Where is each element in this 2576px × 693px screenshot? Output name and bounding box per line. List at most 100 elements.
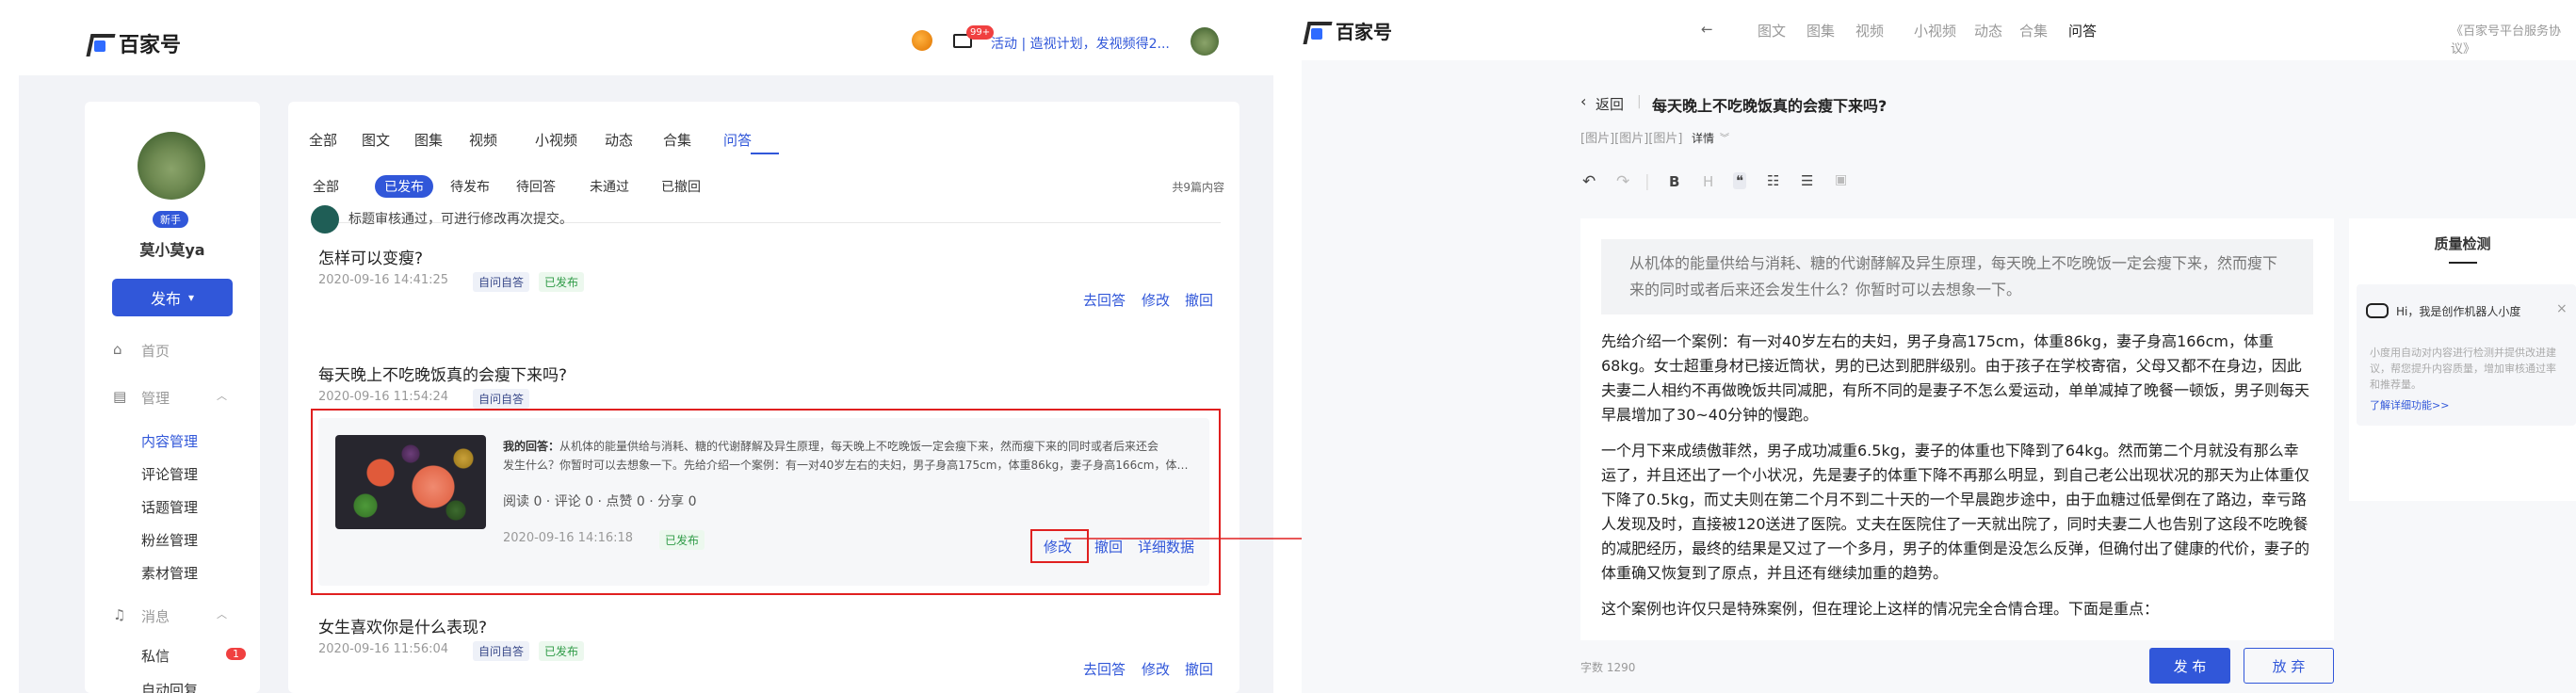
content-list-card: 全部 图文 图集 视频 小视频 动态 合集 问答 全部 已发布 待发布 待回答 未通过 已撤回 共9篇内…	[288, 102, 1239, 693]
tab-7[interactable]: 问答	[723, 130, 752, 150]
chevron-down-icon[interactable]: ︾	[1720, 130, 1729, 144]
tab-6[interactable]: 合集	[663, 130, 691, 150]
total-count: 共9篇内容	[1172, 181, 1224, 194]
editor-tab-5[interactable]: 合集	[2019, 21, 2048, 40]
question-title-3[interactable]: 女生喜欢你是什么表现?	[318, 614, 487, 637]
word-count: 字数 1290	[1580, 661, 1636, 674]
notification-badge: 99+	[966, 25, 995, 40]
menu-manage[interactable]: 管理	[141, 388, 170, 408]
answer-line-1: 从机体的能量供给与消耗、糖的代谢酵解及异生原理，每天晚上不吃晚饭一定会瘦下来，然…	[559, 440, 1159, 453]
menu-home[interactable]: 首页	[141, 341, 170, 361]
heading-icon[interactable]: H	[1703, 173, 1713, 190]
question-title-2[interactable]: 每天晚上不吃晚饭真的会瘦下来吗?	[318, 362, 567, 385]
subtab-2[interactable]: 待发布	[450, 177, 490, 196]
answer-button-1[interactable]: 去回答	[1083, 290, 1126, 310]
brand-logo[interactable]: 百家号	[1304, 17, 1392, 44]
quality-check-panel: 质量检测 Hi，我是创作机器人小度 × 小度用自动对内容进行检测并提供改进建议，…	[2349, 218, 2576, 501]
chevron-up-icon[interactable]: ︿	[217, 606, 227, 621]
back-link[interactable]: 返回	[1596, 94, 1624, 114]
answer-button-3[interactable]: 去回答	[1083, 659, 1126, 679]
edit-button-1[interactable]: 修改	[1142, 290, 1170, 310]
question-date-1: 2020-09-16 14:41:25	[318, 273, 449, 287]
tab-0[interactable]: 全部	[309, 130, 337, 150]
toolbar-separator: |	[1644, 172, 1650, 191]
bold-icon[interactable]: B	[1669, 173, 1679, 190]
editor-tab-0[interactable]: 图文	[1758, 21, 1786, 40]
paragraph-2: 一个月下来成绩傲菲然，男子成功减重6.5kg，妻子的体重也下降到了64kg。然而…	[1601, 442, 2310, 582]
type-tag-2: 自问自答	[473, 389, 530, 409]
editor-tab-6[interactable]: 问答	[2068, 21, 2097, 40]
chevron-left-icon[interactable]: ‹	[1580, 92, 1586, 110]
tab-2[interactable]: 图集	[414, 130, 443, 150]
menu-content[interactable]: 内容管理	[141, 431, 198, 451]
profile-avatar[interactable]	[138, 132, 205, 200]
answer-card[interactable]: 我的回答：从机体的能量供给与消耗、糖的代谢酵解及异生原理，每天晚上不吃晚饭一定会…	[318, 418, 1209, 586]
menu-messages[interactable]: 消息	[141, 606, 170, 626]
subtab-0[interactable]: 全部	[313, 177, 339, 196]
question-title: 每天晚上不吃晚饭真的会瘦下来吗?	[1652, 97, 1887, 115]
undo-icon[interactable]: ↶	[1582, 172, 1596, 191]
editor-tab-3[interactable]: 小视频	[1914, 21, 1956, 40]
detail-toggle[interactable]: 详情	[1692, 130, 1714, 146]
tab-3[interactable]: 视频	[469, 130, 497, 150]
rich-text-editor[interactable]: 从机体的能量供给与消耗、糖的代谢酵解及异生原理，每天晚上不吃晚饭一定会瘦下来，然…	[1580, 218, 2334, 640]
brand-name: 百家号	[1336, 21, 1392, 43]
food-thumbnail-image[interactable]	[335, 435, 486, 529]
editor-tab-1[interactable]: 图集	[1806, 21, 1835, 40]
paragraph-1: 先给介绍一个案例：有一对40岁左右的夫妇，男子身高175cm，体重86kg，妻子…	[1601, 332, 2310, 424]
subtab-3[interactable]: 待回答	[516, 177, 556, 196]
chevron-up-icon[interactable]: ︿	[217, 388, 227, 403]
publish-answer-button[interactable]: 发 布	[2149, 648, 2230, 684]
withdraw-button-1[interactable]: 撤回	[1185, 290, 1213, 310]
tab-5[interactable]: 动态	[605, 130, 633, 150]
editor-top-bar: 百家号 ← 图文 图集 视频 小视频 动态 合集 问答 《百家号平台服务协议》	[1302, 0, 2576, 60]
question-date-3: 2020-09-16 11:56:04	[318, 642, 449, 656]
baijiahao-logo-icon	[1304, 18, 1330, 44]
home-icon: ⌂	[113, 341, 122, 358]
subtab-4[interactable]: 未通过	[590, 177, 629, 196]
bot-icon	[2366, 303, 2389, 318]
subtab-1[interactable]: 已发布	[375, 175, 433, 198]
menu-auto-reply[interactable]: 自动回复	[141, 680, 198, 693]
publish-button[interactable]: 发布 ▾	[112, 279, 233, 316]
image-placeholders: [图片][图片][图片]	[1580, 132, 1683, 146]
editor-tab-2[interactable]: 视频	[1855, 21, 1884, 40]
withdraw-button-3[interactable]: 撤回	[1185, 659, 1213, 679]
service-agreement-link[interactable]: 《百家号平台服务协议》	[2451, 21, 2576, 56]
menu-comments[interactable]: 评论管理	[141, 464, 198, 484]
learn-more-link[interactable]: 了解详细功能>>	[2370, 397, 2449, 412]
menu-fans[interactable]: 粉丝管理	[141, 530, 198, 550]
menu-materials[interactable]: 素材管理	[141, 563, 198, 583]
menu-topics[interactable]: 话题管理	[141, 497, 198, 517]
caret-down-icon: ▾	[187, 291, 195, 304]
tab-1[interactable]: 图文	[362, 130, 390, 150]
activity-orange-icon[interactable]	[912, 30, 932, 51]
status-tag-3: 已发布	[539, 641, 585, 661]
subtab-5[interactable]: 已撤回	[661, 177, 701, 196]
discard-button[interactable]: 放 弃	[2244, 648, 2334, 684]
answer-status-tag: 已发布	[659, 530, 705, 550]
quote-icon[interactable]: ❝	[1733, 172, 1747, 189]
bot-description: 小度用自动对内容进行检测并提供改进建议，帮您提升内容质量，增加审核通过率和推荐量…	[2370, 346, 2556, 391]
redo-icon[interactable]: ↷	[1616, 172, 1629, 191]
quote-block: 从机体的能量供给与消耗、糖的代谢酵解及异生原理，每天晚上不吃晚饭一定会瘦下来，然…	[1601, 239, 2313, 314]
question-title-1[interactable]: 怎样可以变瘦?	[318, 245, 423, 268]
edit-button-3[interactable]: 修改	[1142, 659, 1170, 679]
answer-stats: 阅读 0 · 评论 0 · 点赞 0 · 分享 0	[503, 494, 697, 509]
activity-link[interactable]: 活动 | 造视计划，发视频得2...	[991, 34, 1170, 53]
quality-title: 质量检测	[2434, 235, 2491, 252]
close-icon[interactable]: ×	[2556, 301, 2568, 316]
menu-private-messages[interactable]: 私信	[141, 646, 170, 666]
sidebar: 新手 莫小莫ya 发布 ▾ ⌂ 首页 ▤ 管理 ︿ 内容管理 评论管理 话题管理…	[85, 102, 260, 693]
answer-excerpt: 我的回答：从机体的能量供给与消耗、糖的代谢酵解及异生原理，每天晚上不吃晚饭一定会…	[503, 437, 1191, 475]
type-tag-3: 自问自答	[473, 641, 530, 661]
brand-logo[interactable]: 百家号	[87, 28, 181, 58]
editor-tab-4[interactable]: 动态	[1974, 21, 2002, 40]
image-icon[interactable]: ▣	[1835, 172, 1847, 187]
back-arrow-icon[interactable]: ←	[1701, 21, 1713, 38]
ordered-list-icon[interactable]: ☷	[1767, 172, 1779, 189]
tab-4[interactable]: 小视频	[535, 130, 577, 150]
header-avatar[interactable]	[1191, 27, 1219, 56]
unordered-list-icon[interactable]: ☰	[1801, 172, 1813, 189]
answer-editor-pane: 百家号 ← 图文 图集 视频 小视频 动态 合集 问答 《百家号平台服务协议》 ‹ 返回 |…	[1302, 0, 2576, 693]
